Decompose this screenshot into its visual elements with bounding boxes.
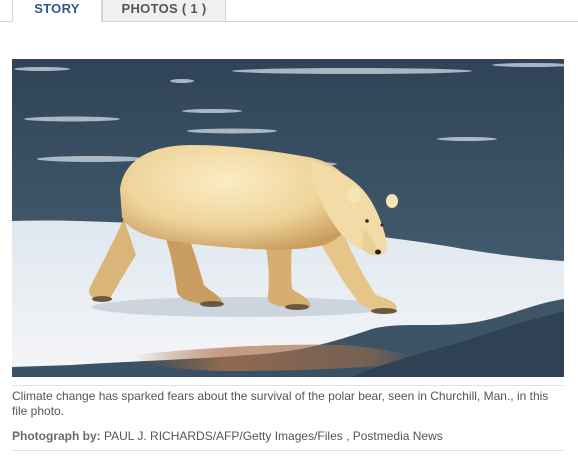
photo-caption: Climate change has sparked fears about t…	[12, 385, 564, 419]
credit-value: PAUL J. RICHARDS/AFP/Getty Images/Files …	[104, 429, 443, 443]
tab-photos[interactable]: PHOTOS ( 1 )	[102, 0, 226, 22]
photo-credit: Photograph by: PAUL J. RICHARDS/AFP/Gett…	[12, 429, 564, 451]
polar-bear-photo[interactable]	[12, 59, 564, 377]
polar-bear-image	[12, 59, 564, 377]
tab-bar: STORY PHOTOS ( 1 )	[0, 0, 578, 22]
tab-story[interactable]: STORY	[12, 0, 102, 22]
credit-label: Photograph by:	[12, 429, 101, 443]
